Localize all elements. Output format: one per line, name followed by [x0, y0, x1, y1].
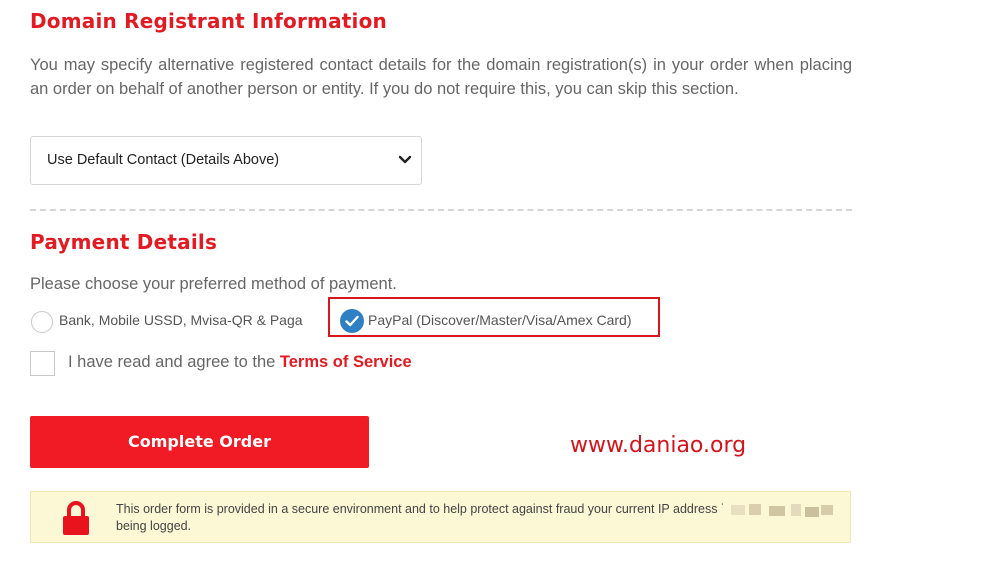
tos-agreement-text: I have read and agree to the Terms of Se…: [68, 353, 412, 372]
contact-select[interactable]: Use Default Contact (Details Above): [30, 136, 422, 185]
domain-registrant-description: You may specify alternative registered c…: [30, 56, 852, 98]
domain-registrant-title: Domain Registrant Information: [30, 9, 387, 33]
blurred-ip-address: [721, 502, 835, 524]
payment-description: Please choose your preferred method of p…: [30, 275, 397, 293]
checkmark-icon: [345, 315, 359, 327]
tos-text-prefix: I have read and agree to the: [68, 353, 280, 371]
payment-option-bank-label[interactable]: Bank, Mobile USSD, Mvisa-QR & Paga: [59, 312, 303, 328]
payment-radio-bank[interactable]: [31, 311, 53, 333]
contact-select-value: Use Default Contact (Details Above): [47, 152, 280, 168]
section-divider: [30, 209, 852, 211]
terms-of-service-link[interactable]: Terms of Service: [280, 353, 412, 371]
payment-option-paypal-label[interactable]: PayPal (Discover/Master/Visa/Amex Card): [368, 312, 631, 328]
tos-checkbox[interactable]: [30, 351, 55, 376]
watermark-text: www.daniao.org: [570, 433, 747, 458]
payment-details-title: Payment Details: [30, 230, 218, 254]
secure-notice-text: This order form is provided in a secure …: [116, 502, 730, 533]
complete-order-button[interactable]: Complete Order: [30, 416, 369, 468]
lock-icon: [63, 501, 89, 535]
secure-notice: This order form is provided in a secure …: [30, 491, 851, 543]
chevron-down-icon: [398, 155, 412, 164]
payment-radio-paypal[interactable]: [340, 309, 364, 333]
